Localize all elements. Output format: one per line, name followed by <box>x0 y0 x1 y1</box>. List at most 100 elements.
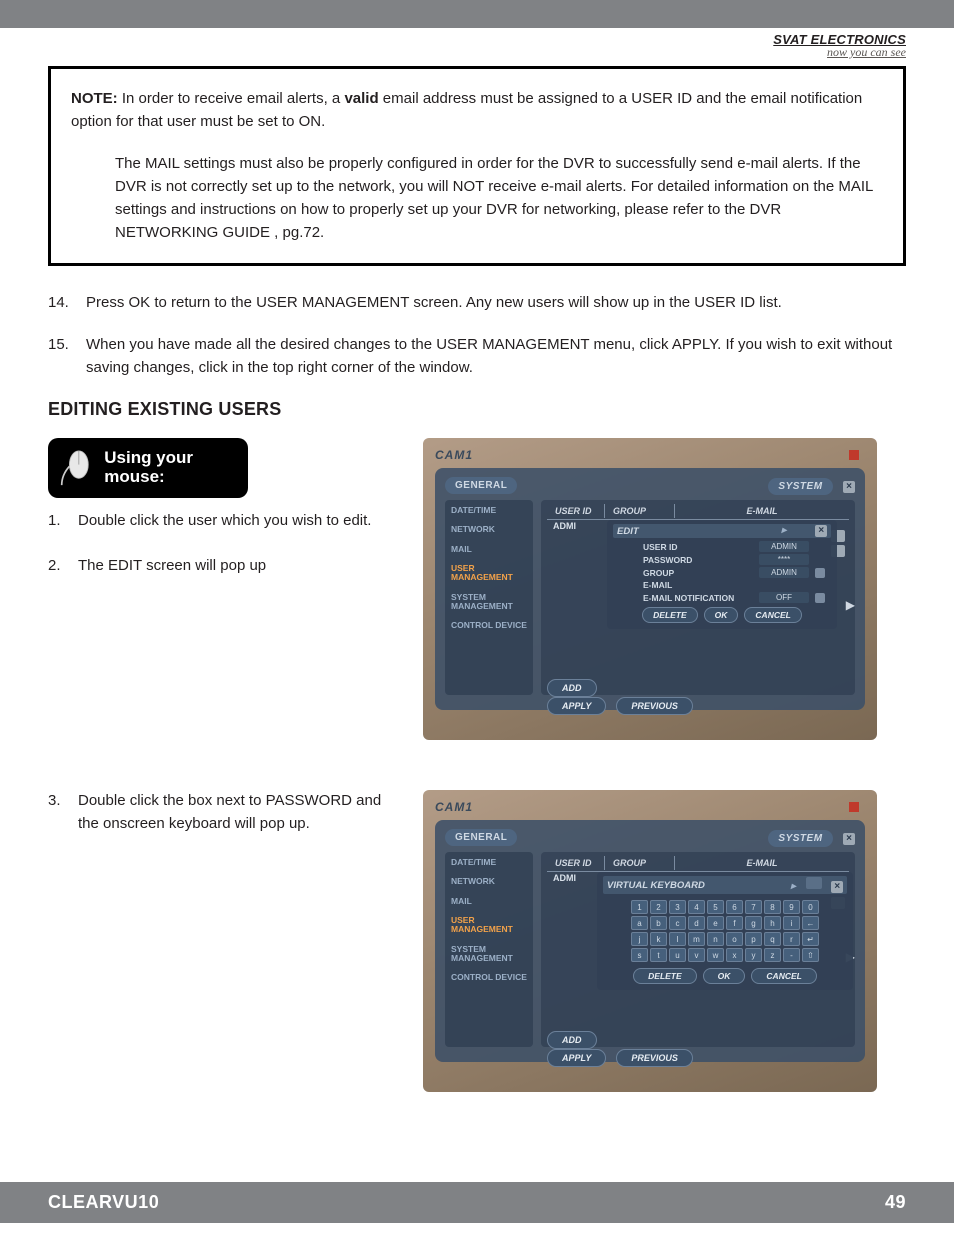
keyboard-key[interactable]: 4 <box>688 900 705 914</box>
close-icon[interactable]: × <box>843 481 855 493</box>
keyboard-key[interactable]: ↵ <box>802 932 819 946</box>
keyboard-key[interactable]: a <box>631 916 648 930</box>
side-item-control-device[interactable]: CONTROL DEVICE <box>451 973 527 982</box>
side-item-datetime[interactable]: DATE/TIME <box>451 858 527 867</box>
field-value-userid[interactable]: ADMIN <box>759 541 809 552</box>
delete-button[interactable]: DELETE <box>642 607 698 623</box>
keyboard-key[interactable]: u <box>669 948 686 962</box>
side-item-network[interactable]: NETWORK <box>451 525 527 534</box>
side-item-mail[interactable]: MAIL <box>451 897 527 906</box>
keyboard-key[interactable]: k <box>650 932 667 946</box>
keyboard-key[interactable]: 2 <box>650 900 667 914</box>
keyboard-key[interactable]: 9 <box>783 900 800 914</box>
edit-steps: 1. Double click the user which you wish … <box>48 510 393 577</box>
keyboard-key[interactable]: ← <box>802 916 819 930</box>
delete-button[interactable]: DELETE <box>633 968 697 984</box>
step-text: Press OK to return to the USER MANAGEMEN… <box>86 292 782 315</box>
tab-general[interactable]: GENERAL <box>445 477 517 494</box>
edit-popup: EDIT ▸ × USER ID ADMIN <box>607 520 837 629</box>
scroll-right-icon[interactable]: ▶ <box>846 598 855 612</box>
ok-button[interactable]: OK <box>704 607 739 623</box>
keyboard-key[interactable]: ⇧ <box>802 948 819 962</box>
keyboard-key[interactable]: i <box>783 916 800 930</box>
keyboard-key[interactable]: y <box>745 948 762 962</box>
keyboard-key[interactable]: m <box>688 932 705 946</box>
dropdown-icon[interactable] <box>815 568 825 578</box>
keyboard-key[interactable]: r <box>783 932 800 946</box>
close-icon[interactable]: × <box>843 833 855 845</box>
vk-steps: 3. Double click the box next to PASSWORD… <box>48 790 393 835</box>
keyboard-key[interactable]: 7 <box>745 900 762 914</box>
keyboard-key[interactable]: 1 <box>631 900 648 914</box>
keyboard-key[interactable]: l <box>669 932 686 946</box>
tab-system[interactable]: SYSTEM <box>768 830 832 847</box>
chevron-right-icon[interactable]: ▸ <box>791 881 796 892</box>
keyboard-key[interactable]: p <box>745 932 762 946</box>
cancel-button[interactable]: CANCEL <box>751 968 816 984</box>
keyboard-key[interactable]: 3 <box>669 900 686 914</box>
keyboard-key[interactable]: - <box>783 948 800 962</box>
keyboard-key[interactable]: 8 <box>764 900 781 914</box>
keyboard-key[interactable]: e <box>707 916 724 930</box>
top-gray-bar <box>0 0 954 28</box>
note-valid-bold: valid <box>344 90 378 107</box>
field-label-email: E-MAIL <box>643 580 753 590</box>
side-item-user-management[interactable]: USER MANAGEMENT <box>451 916 527 935</box>
keyboard-key[interactable]: d <box>688 916 705 930</box>
keyboard-key[interactable]: z <box>764 948 781 962</box>
footer-model: CLEARVU10 <box>48 1192 159 1213</box>
mouse-card: Using your mouse: <box>48 438 248 498</box>
side-item-mail[interactable]: MAIL <box>451 545 527 554</box>
keyboard-key[interactable]: x <box>726 948 743 962</box>
keyboard-key[interactable]: c <box>669 916 686 930</box>
keyboard-key[interactable]: 6 <box>726 900 743 914</box>
field-value-notification[interactable]: OFF <box>759 592 809 603</box>
side-item-network[interactable]: NETWORK <box>451 877 527 886</box>
ok-button[interactable]: OK <box>703 968 746 984</box>
field-value-group[interactable]: ADMIN <box>759 567 809 578</box>
table-header: USER ID GROUP E-MAIL <box>547 504 849 518</box>
chevron-right-icon[interactable]: ▸ <box>781 525 786 536</box>
cam-label: CAM1 <box>435 448 865 462</box>
keyboard-key[interactable]: f <box>726 916 743 930</box>
note-p1a: In order to receive email alerts, a <box>122 90 345 107</box>
keyboard-key[interactable]: q <box>764 932 781 946</box>
field-value-password[interactable]: **** <box>759 554 809 565</box>
tab-general[interactable]: GENERAL <box>445 829 517 846</box>
add-button[interactable]: ADD <box>547 1031 597 1049</box>
main-pane: USER ID GROUP E-MAIL ADMI ▶ <box>541 500 855 695</box>
keyboard-key[interactable]: w <box>707 948 724 962</box>
keyboard-key[interactable]: s <box>631 948 648 962</box>
footer-page-number: 49 <box>885 1192 906 1213</box>
side-item-system-management[interactable]: SYSTEM MANAGEMENT <box>451 945 527 964</box>
side-item-datetime[interactable]: DATE/TIME <box>451 506 527 515</box>
keyboard-key[interactable]: n <box>707 932 724 946</box>
side-item-user-management[interactable]: USER MANAGEMENT <box>451 564 527 583</box>
apply-button[interactable]: APPLY <box>547 697 606 715</box>
record-indicator-icon <box>849 450 859 460</box>
previous-button[interactable]: PREVIOUS <box>616 697 693 715</box>
keyboard-key[interactable]: t <box>650 948 667 962</box>
side-item-control-device[interactable]: CONTROL DEVICE <box>451 621 527 630</box>
keyboard-key[interactable]: v <box>688 948 705 962</box>
keyboard-key[interactable]: 0 <box>802 900 819 914</box>
add-button[interactable]: ADD <box>547 679 597 697</box>
apply-button[interactable]: APPLY <box>547 1049 606 1067</box>
tab-system[interactable]: SYSTEM <box>768 478 832 495</box>
virtual-keyboard-popup: VIRTUAL KEYBOARD ▸ × 1234567890abcdefghi… <box>597 872 853 990</box>
keyboard-key[interactable]: j <box>631 932 648 946</box>
popup-close-icon[interactable]: × <box>831 881 843 893</box>
keyboard-key[interactable]: g <box>745 916 762 930</box>
keyboard-key[interactable]: o <box>726 932 743 946</box>
popup-close-icon[interactable]: × <box>815 525 827 537</box>
side-item-system-management[interactable]: SYSTEM MANAGEMENT <box>451 593 527 612</box>
dropdown-icon[interactable] <box>815 593 825 603</box>
cancel-button[interactable]: CANCEL <box>744 607 801 623</box>
keyboard-key[interactable]: 5 <box>707 900 724 914</box>
col-email: E-MAIL <box>675 856 849 870</box>
col-email: E-MAIL <box>675 504 849 518</box>
previous-button[interactable]: PREVIOUS <box>616 1049 693 1067</box>
keyboard-key[interactable]: b <box>650 916 667 930</box>
col-userid: USER ID <box>547 504 605 518</box>
keyboard-key[interactable]: h <box>764 916 781 930</box>
